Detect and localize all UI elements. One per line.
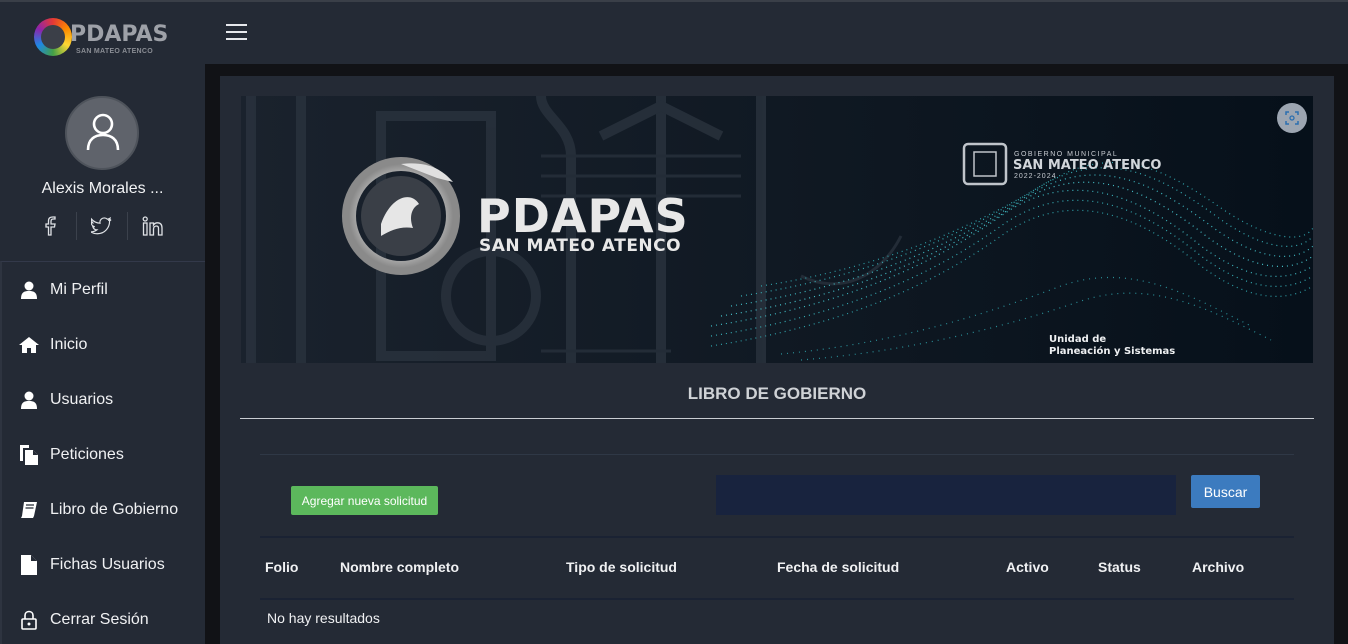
sidebar-item-label: Inicio [50, 335, 88, 353]
unit-line1: Unidad de [1049, 334, 1107, 345]
divider [240, 418, 1314, 419]
unit-line2: Planeación y Sistemas [1049, 346, 1176, 357]
column-header-folio: Folio [265, 559, 299, 575]
search-input[interactable] [716, 475, 1176, 515]
search-button[interactable]: Buscar [1191, 475, 1260, 508]
sidebar-item-fichas-usuarios[interactable]: Fichas Usuarios [2, 537, 205, 592]
sidebar-item-label: Usuarios [50, 390, 114, 408]
column-header-status: Status [1098, 559, 1141, 575]
fullscreen-icon [1285, 111, 1299, 125]
file-icon [18, 554, 40, 576]
documents-icon [18, 444, 40, 466]
sidebar-item-label: Mi Perfil [50, 280, 108, 298]
empty-table-message: No hay resultados [267, 610, 380, 626]
column-header-tipo: Tipo de solicitud [566, 559, 677, 575]
sidebar-item-cerrar-sesion[interactable]: Cerrar Sesión [2, 592, 205, 644]
page-title: LIBRO DE GOBIERNO [687, 384, 867, 403]
table-header-border [260, 598, 1294, 600]
sidebar-item-peticiones[interactable]: Peticiones [2, 427, 205, 482]
twitter-link[interactable] [77, 212, 128, 240]
facebook-link[interactable] [26, 212, 77, 240]
sidebar-item-libro-de-gobierno[interactable]: Libro de Gobierno [2, 482, 205, 537]
banner-artwork [241, 96, 1313, 363]
banner-brand-subtitle: SAN MATEO ATENCO [479, 236, 682, 256]
menu-toggle-icon[interactable] [226, 24, 248, 42]
home-icon [18, 334, 40, 356]
column-header-fecha: Fecha de solicitud [777, 559, 900, 575]
brand-logo[interactable]: PDAPAS SAN MATEO ATENCO [34, 18, 174, 62]
sidebar-item-usuarios[interactable]: Usuarios [2, 372, 205, 427]
brand-subtitle: SAN MATEO ATENCO [76, 48, 154, 55]
sidebar-item-label: Fichas Usuarios [50, 555, 165, 573]
user-icon [18, 389, 40, 411]
add-request-button[interactable]: Agregar nueva solicitud [291, 486, 438, 515]
facebook-icon [45, 216, 56, 236]
header-banner: PDAPAS SAN MATEO ATENCO GOBIERNO MUNICIP… [241, 96, 1313, 363]
brand-name: PDAPAS [70, 22, 169, 47]
sidebar: Alexis Morales ... Mi Perfil Inicio Usua… [0, 64, 205, 644]
book-icon [18, 499, 40, 521]
gov-line2: SAN MATEO ATENCO [1013, 158, 1162, 173]
column-header-activo: Activo [1006, 559, 1049, 575]
column-header-archivo: Archivo [1192, 559, 1245, 575]
logo-mark-icon [34, 18, 72, 56]
column-header-nombre: Nombre completo [340, 559, 460, 575]
linkedin-link[interactable] [128, 212, 178, 240]
social-links [26, 212, 178, 240]
sidebar-item-label: Libro de Gobierno [50, 500, 179, 518]
main-panel: PDAPAS SAN MATEO ATENCO GOBIERNO MUNICIP… [220, 76, 1334, 644]
user-name: Alexis Morales ... [41, 180, 164, 197]
banner-brand: PDAPAS [477, 189, 689, 243]
divider [260, 454, 1294, 455]
fullscreen-button[interactable] [1277, 103, 1307, 133]
sidebar-nav: Mi Perfil Inicio Usuarios Peticiones Lib… [0, 261, 205, 644]
linkedin-icon [142, 216, 163, 236]
user-icon [18, 279, 40, 301]
table-top-border [260, 536, 1294, 538]
sidebar-item-label: Peticiones [50, 445, 124, 463]
lock-icon [18, 609, 40, 631]
gov-years: 2022-2024 [1014, 173, 1057, 180]
sidebar-item-label: Cerrar Sesión [50, 610, 149, 628]
avatar[interactable] [65, 96, 139, 170]
sidebar-item-inicio[interactable]: Inicio [2, 317, 205, 372]
gov-line1: GOBIERNO MUNICIPAL [1014, 151, 1119, 158]
user-avatar-icon [86, 113, 120, 151]
twitter-icon [91, 217, 112, 235]
top-bar: PDAPAS SAN MATEO ATENCO [0, 0, 1348, 64]
sidebar-item-mi-perfil[interactable]: Mi Perfil [2, 262, 205, 317]
